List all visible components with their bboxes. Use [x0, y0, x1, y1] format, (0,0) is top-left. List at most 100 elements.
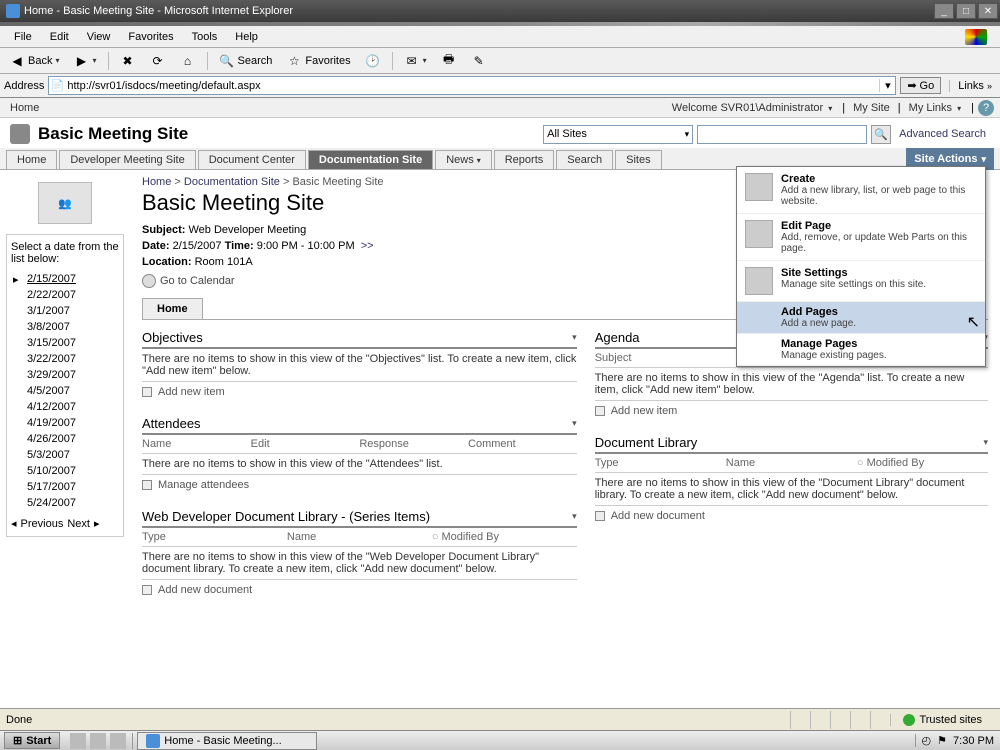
window-titlebar: Home - Basic Meeting Site - Microsoft In… [0, 0, 1000, 22]
next-link[interactable]: Next [67, 518, 90, 530]
advanced-search-link[interactable]: Advanced Search [895, 128, 990, 140]
date-item[interactable]: 4/12/2007 [11, 399, 119, 415]
add-new-item-link[interactable]: Add new item [595, 401, 988, 421]
search-go-button[interactable]: 🔍 [871, 125, 891, 144]
address-field[interactable]: 📄 ▾ [48, 76, 896, 95]
menu-edit[interactable]: Edit [42, 29, 77, 45]
date-item[interactable]: 5/10/2007 [11, 463, 119, 479]
forward-button[interactable]: ▶▾ [68, 50, 101, 72]
date-item[interactable]: 5/17/2007 [11, 479, 119, 495]
history-button[interactable]: 🕑 [360, 50, 386, 72]
site-action-add-pages[interactable]: Add PagesAdd a new page. [737, 302, 985, 334]
date-item[interactable]: 3/29/2007 [11, 367, 119, 383]
menu-favorites[interactable]: Favorites [120, 29, 181, 45]
menu-item-icon [745, 267, 773, 295]
date-item[interactable]: 4/19/2007 [11, 415, 119, 431]
breadcrumb-current: Basic Meeting Site [292, 176, 383, 188]
stop-button[interactable]: ✖ [115, 50, 141, 72]
date-item[interactable]: 5/24/2007 [11, 495, 119, 511]
top-tab-home[interactable]: Home [6, 150, 57, 169]
menu-view[interactable]: View [79, 29, 119, 45]
page-tab-home[interactable]: Home [142, 298, 203, 319]
menu-item-icon [745, 173, 773, 201]
home-button[interactable]: ⌂ [175, 50, 201, 72]
webpart-menu[interactable]: ▾ [983, 437, 988, 448]
add-new-item-link[interactable]: Add new item [142, 382, 577, 402]
tray-icon[interactable]: ⚑ [937, 734, 947, 747]
date-item[interactable]: 3/1/2007 [11, 303, 119, 319]
close-button[interactable]: ✕ [978, 3, 998, 19]
date-item[interactable]: 2/22/2007 [11, 287, 119, 303]
print-button[interactable]: 🖶 [436, 50, 462, 72]
top-tab-search[interactable]: Search [556, 150, 613, 169]
previous-link[interactable]: Previous [21, 518, 64, 530]
date-item[interactable]: 4/26/2007 [11, 431, 119, 447]
maximize-button[interactable]: □ [956, 3, 976, 19]
welcome-menu[interactable]: Welcome SVR01\Administrator ▾ [668, 102, 838, 114]
search-scope-dropdown[interactable]: All Sites▾ [543, 125, 693, 144]
address-input[interactable] [65, 80, 879, 92]
top-tab-document-center[interactable]: Document Center [198, 150, 306, 169]
site-action-create[interactable]: CreateAdd a new library, list, or web pa… [737, 167, 985, 214]
address-label: Address [4, 80, 44, 92]
webpart-menu[interactable]: ▾ [572, 418, 577, 429]
menu-help[interactable]: Help [227, 29, 266, 45]
go-icon: ➡ [907, 79, 916, 92]
menu-file[interactable]: File [6, 29, 40, 45]
add-new-document-link[interactable]: Add new document [595, 506, 988, 526]
tray-icon[interactable]: ◴ [922, 734, 932, 747]
minimize-button[interactable]: _ [934, 3, 954, 19]
start-button[interactable]: ⊞Start [4, 732, 60, 749]
print-icon: 🖶 [441, 53, 457, 69]
ie-icon [6, 4, 20, 18]
webpart-menu[interactable]: ▾ [572, 332, 577, 343]
quick-launch-item[interactable] [90, 733, 106, 749]
sp-global-bar: Home Welcome SVR01\Administrator ▾ | My … [0, 98, 1000, 118]
quick-launch-item[interactable] [110, 733, 126, 749]
date-item[interactable]: 3/8/2007 [11, 319, 119, 335]
taskbar-button-ie[interactable]: Home - Basic Meeting... [137, 732, 317, 750]
next-arrow-icon[interactable]: ▸ [94, 517, 100, 530]
search-button[interactable]: 🔍Search [214, 50, 278, 72]
prev-arrow-icon[interactable]: ◂ [11, 517, 17, 530]
site-action-manage-pages[interactable]: Manage PagesManage existing pages. [737, 334, 985, 366]
back-button[interactable]: ◀Back▾ [4, 50, 64, 72]
webpart-dev-doclib: Web Developer Document Library - (Series… [142, 509, 577, 600]
quick-launch-item[interactable] [70, 733, 86, 749]
top-tab-developer-meeting-site[interactable]: Developer Meeting Site [59, 150, 195, 169]
menu-tools[interactable]: Tools [184, 29, 226, 45]
ie-logo [958, 29, 994, 45]
system-tray: ◴ ⚑ 7:30 PM [915, 734, 1000, 747]
date-item[interactable]: 3/15/2007 [11, 335, 119, 351]
manage-attendees-link[interactable]: Manage attendees [142, 475, 577, 495]
address-dropdown[interactable]: ▾ [879, 79, 895, 92]
mail-button[interactable]: ✉▾ [399, 50, 432, 72]
help-icon[interactable]: ? [978, 100, 994, 116]
date-item[interactable]: 4/5/2007 [11, 383, 119, 399]
site-action-site-settings[interactable]: Site SettingsManage site settings on thi… [737, 261, 985, 302]
date-item[interactable]: 3/22/2007 [11, 351, 119, 367]
global-home-link[interactable]: Home [6, 102, 43, 114]
add-new-document-link[interactable]: Add new document [142, 580, 577, 600]
time-expand-link[interactable]: >> [361, 240, 374, 252]
links-label[interactable]: Links » [949, 80, 996, 92]
date-item[interactable]: 5/3/2007 [11, 447, 119, 463]
go-button[interactable]: ➡Go [900, 77, 941, 94]
webpart-menu[interactable]: ▾ [572, 511, 577, 522]
search-input[interactable] [697, 125, 867, 144]
my-links-menu[interactable]: My Links ▾ [905, 102, 967, 114]
top-tab-sites[interactable]: Sites [615, 150, 661, 169]
my-site-link[interactable]: My Site [849, 102, 894, 114]
breadcrumb-docsite[interactable]: Documentation Site [184, 176, 280, 188]
top-tab-news[interactable]: News▾ [435, 150, 492, 169]
favorites-button[interactable]: ☆Favorites [281, 50, 355, 72]
site-action-edit-page[interactable]: Edit PageAdd, remove, or update Web Part… [737, 214, 985, 261]
top-tab-documentation-site[interactable]: Documentation Site [308, 150, 433, 169]
top-tab-reports[interactable]: Reports [494, 150, 555, 169]
date-item[interactable]: 2/15/2007 [11, 271, 119, 287]
edit-icon: ✎ [471, 53, 487, 69]
calendar-icon [142, 274, 156, 288]
breadcrumb-home[interactable]: Home [142, 176, 171, 188]
edit-button[interactable]: ✎ [466, 50, 492, 72]
refresh-button[interactable]: ⟳ [145, 50, 171, 72]
